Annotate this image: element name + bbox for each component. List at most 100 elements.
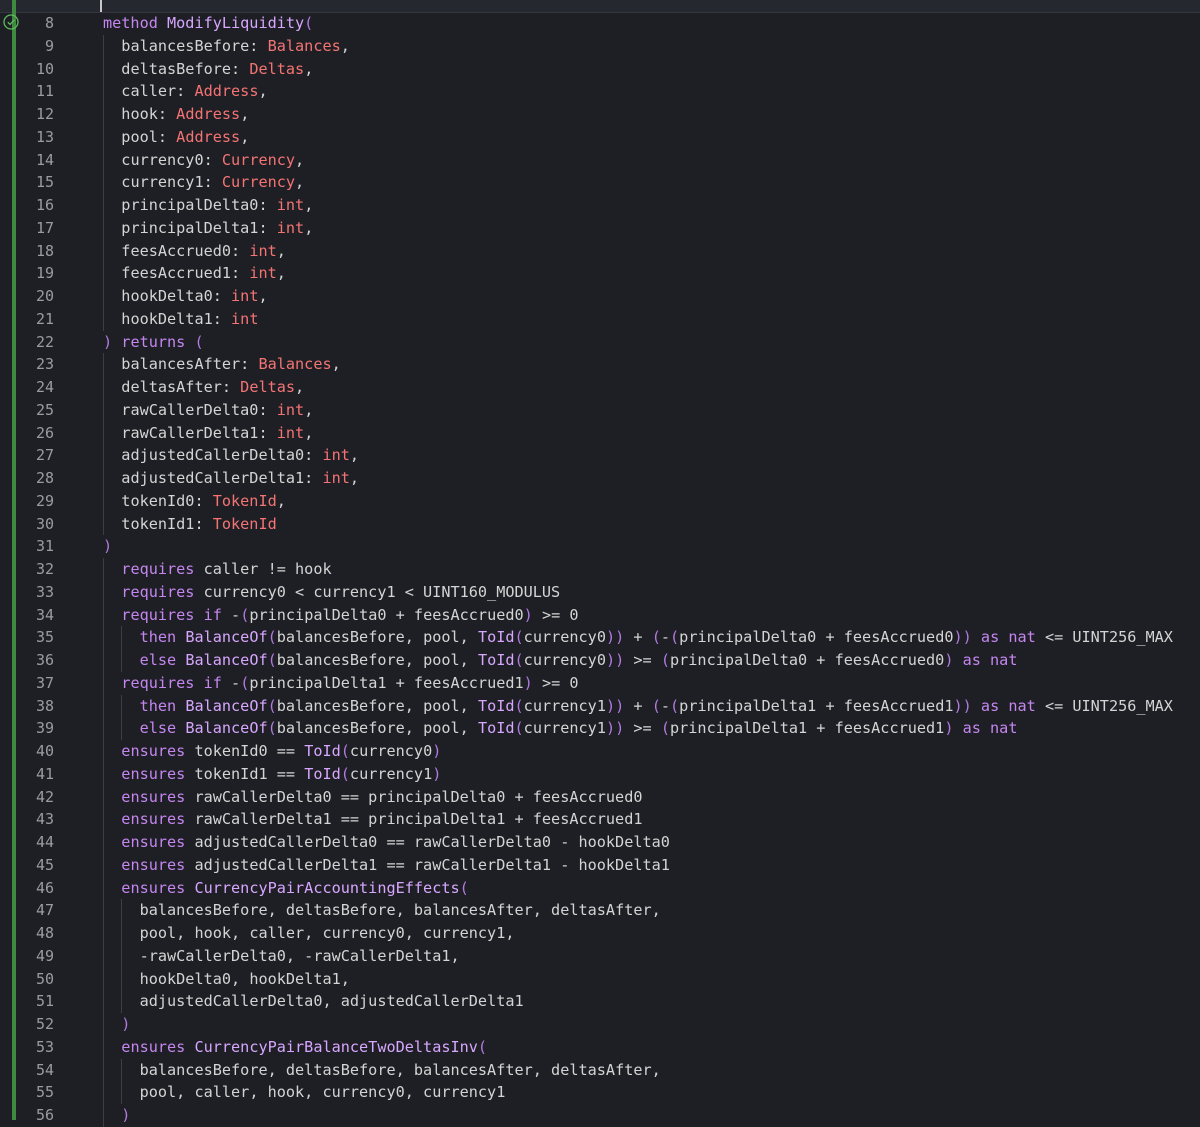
- code-line[interactable]: 25 rawCallerDelta0: int,: [0, 398, 1200, 422]
- code-line[interactable]: 38 then BalanceOf(balancesBefore, pool, T…: [0, 694, 1200, 718]
- code-text: pool, hook, caller, currency0, currency1…: [140, 922, 515, 945]
- line-number: 11: [35, 82, 54, 101]
- code-token: ensures: [121, 810, 195, 829]
- code-line[interactable]: 34 requires if -(principalDelta0 + feesAc…: [0, 603, 1200, 627]
- code-line[interactable]: 36 else BalanceOf(balancesBefore, pool, T…: [0, 649, 1200, 672]
- code-text: currency1: Currency,: [121, 171, 304, 194]
- code-line[interactable]: 16 principalDelta0: int,: [0, 194, 1200, 217]
- code-token: adjustedCallerDelta0:: [121, 446, 323, 465]
- code-line[interactable]: 46 ensures CurrencyPairAccountingEffects(: [0, 876, 1200, 900]
- code-token: deltasAfter:: [121, 378, 241, 396]
- code-token: caller != hook: [203, 560, 332, 578]
- code-text: hook: Address,: [121, 103, 249, 126]
- line-number: 51: [35, 992, 54, 1011]
- code-token: rawCallerDelta1:: [121, 423, 277, 442]
- code-line[interactable]: 28 adjustedCallerDelta1: int,: [0, 467, 1200, 490]
- text-cursor: [100, 0, 102, 12]
- code-text: feesAccrued0: int,: [121, 240, 286, 263]
- code-line[interactable]: 44 ensures adjustedCallerDelta0 == rawCal…: [0, 831, 1200, 854]
- code-line[interactable]: 14 currency0: Currency,: [0, 148, 1200, 172]
- code-line[interactable]: 8 method ModifyLiquidity(: [0, 12, 1200, 35]
- code-token: (: [240, 605, 250, 624]
- code-line[interactable]: 53 ensures CurrencyPairBalanceTwoDeltasIn…: [0, 1035, 1200, 1059]
- code-line[interactable]: 42 ensures rawCallerDelta0 == principalDe…: [0, 785, 1200, 809]
- code-token: ,: [276, 241, 286, 260]
- code-token: ensures: [121, 764, 195, 783]
- code-lines[interactable]: 8 method ModifyLiquidity(9 balancesBefore:…: [0, 12, 1200, 1127]
- code-token: ToId: [304, 742, 341, 760]
- code-text: deltasBefore: Deltas,: [121, 58, 313, 81]
- line-number: 31: [35, 537, 54, 556]
- code-token: ): [523, 673, 533, 692]
- code-line[interactable]: 17 principalDelta1: int,: [0, 216, 1200, 240]
- code-line[interactable]: 37 requires if -(principalDelta1 + feesAc…: [0, 671, 1200, 695]
- code-line[interactable]: 51 adjustedCallerDelta0, adjustedCallerDe…: [0, 990, 1200, 1013]
- code-line[interactable]: 30 tokenId1: TokenId: [0, 512, 1200, 536]
- line-number: 53: [35, 1037, 54, 1056]
- code-line[interactable]: 39 else BalanceOf(balancesBefore, pool, T…: [0, 717, 1200, 740]
- line-number: 14: [35, 150, 54, 169]
- code-line[interactable]: 35 then BalanceOf(balancesBefore, pool, T…: [0, 626, 1200, 649]
- code-line[interactable]: 24 deltasAfter: Deltas,: [0, 376, 1200, 399]
- code-line[interactable]: 32 requires caller != hook: [0, 558, 1200, 581]
- code-line[interactable]: 18 feesAccrued0: int,: [0, 239, 1200, 263]
- code-line[interactable]: 11 caller: Address,: [0, 80, 1200, 103]
- indent-guide: [121, 626, 123, 649]
- indent-guide: [103, 603, 104, 627]
- code-text: ): [121, 1013, 130, 1036]
- code-line[interactable]: 29 tokenId0: TokenId,: [0, 489, 1200, 513]
- code-token: int: [276, 218, 305, 237]
- code-line[interactable]: 9 balancesBefore: Balances,: [0, 34, 1200, 58]
- code-line[interactable]: 56): [0, 1104, 1200, 1127]
- code-token: pool, hook, caller, currency0, currency1…: [139, 924, 515, 942]
- line-number: 43: [35, 810, 54, 829]
- code-line[interactable]: 22) returns (: [0, 331, 1200, 354]
- code-token: >= 0: [532, 605, 579, 624]
- code-line[interactable]: 27 adjustedCallerDelta0: int,: [0, 444, 1200, 467]
- code-line[interactable]: 20 hookDelta0: int,: [0, 285, 1200, 308]
- code-text: ensures CurrencyPairBalanceTwoDeltasInv(: [121, 1036, 487, 1059]
- code-line[interactable]: 15 currency1: Currency,: [0, 171, 1200, 194]
- code-line[interactable]: 43 ensures rawCallerDelta1 == principalDe…: [0, 808, 1200, 831]
- code-line[interactable]: 49 -rawCallerDelta0, -rawCallerDelta1,: [0, 944, 1200, 968]
- code-token: -rawCallerDelta0, -rawCallerDelta1,: [139, 946, 460, 965]
- code-token: feesAccrued1:: [121, 264, 250, 283]
- code-text: hookDelta0, hookDelta1,: [140, 968, 350, 991]
- code-text: balancesBefore: Balances,: [121, 35, 350, 58]
- code-text: adjustedCallerDelta0, adjustedCallerDelt…: [140, 990, 524, 1013]
- code-line[interactable]: 47 balancesBefore, deltasBefore, balances…: [0, 899, 1200, 922]
- indent-guide: [103, 626, 104, 649]
- code-line[interactable]: 19 feesAccrued1: int,: [0, 262, 1200, 285]
- code-token: (: [670, 696, 680, 715]
- code-token: as nat: [953, 719, 1018, 738]
- code-line[interactable]: 26 rawCallerDelta1: int,: [0, 421, 1200, 445]
- line-number: 30: [35, 514, 54, 533]
- line-number: 15: [35, 173, 54, 192]
- indent-guide: [103, 216, 104, 240]
- code-line[interactable]: 10 deltasBefore: Deltas,: [0, 57, 1200, 81]
- indent-guide: [103, 922, 104, 945]
- code-line[interactable]: 45 ensures adjustedCallerDelta1 == rawCal…: [0, 853, 1200, 877]
- code-line[interactable]: 48 pool, hook, caller, currency0, currenc…: [0, 922, 1200, 945]
- code-line[interactable]: 23 balancesAfter: Balances,: [0, 353, 1200, 376]
- code-line[interactable]: 50 hookDelta0, hookDelta1,: [0, 967, 1200, 991]
- code-line[interactable]: 31): [0, 535, 1200, 558]
- code-line[interactable]: 21 hookDelta1: int: [0, 307, 1200, 331]
- code-token: ensures: [121, 833, 195, 851]
- code-editor[interactable]: 8 method ModifyLiquidity(9 balancesBefore:…: [0, 0, 1200, 1127]
- line-number: 29: [35, 491, 54, 510]
- code-line[interactable]: 13 pool: Address,: [0, 125, 1200, 149]
- code-token: int: [231, 309, 259, 328]
- code-token: currency0: [523, 628, 606, 647]
- code-token: returns: [112, 332, 195, 351]
- code-line[interactable]: 33 requires currency0 < currency1 < UINT1…: [0, 580, 1200, 604]
- code-line[interactable]: 54 balancesBefore, deltasBefore, balances…: [0, 1058, 1200, 1082]
- code-token: ,: [304, 196, 314, 214]
- code-line[interactable]: 52): [0, 1013, 1200, 1036]
- code-token: currency0 < currency1 < UINT160_MODULUS: [203, 582, 561, 601]
- code-line[interactable]: 40 ensures tokenId0 == ToId(currency0): [0, 740, 1200, 763]
- line-number: 41: [35, 764, 54, 783]
- code-line[interactable]: 12 hook: Address,: [0, 103, 1200, 126]
- code-line[interactable]: 41 ensures tokenId1 == ToId(currency1): [0, 762, 1200, 786]
- code-line[interactable]: 55 pool, caller, hook, currency0, currenc…: [0, 1081, 1200, 1104]
